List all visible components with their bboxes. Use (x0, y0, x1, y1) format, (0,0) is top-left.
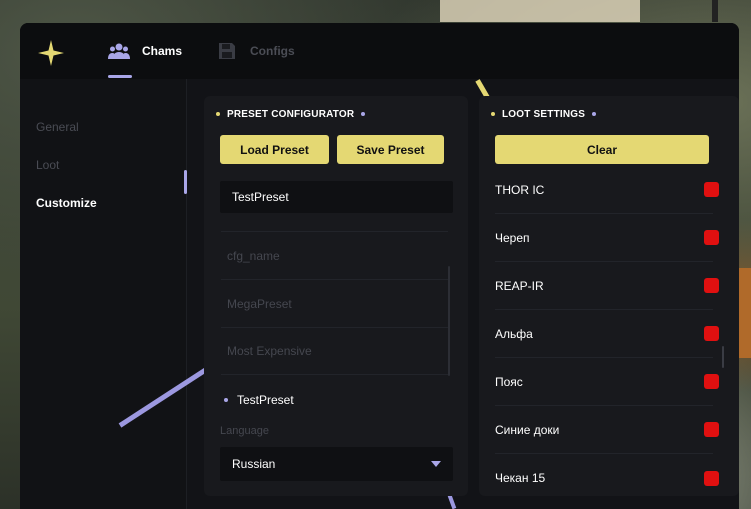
panel-header: LOOT SETTINGS (491, 107, 597, 121)
list-item[interactable]: cfg_name (221, 231, 448, 279)
sidebar-item-customize[interactable]: Customize (36, 196, 97, 210)
sidebar-item-general[interactable]: General (36, 120, 79, 134)
tab-chams[interactable]: Chams (108, 23, 182, 79)
language-select[interactable]: Russian (220, 447, 453, 481)
background-pole (712, 0, 718, 22)
loot-checkbox[interactable] (704, 182, 719, 197)
loot-list-scrollbar[interactable] (722, 346, 724, 368)
loot-row-thor-ic: THOR IC (495, 166, 719, 214)
loot-item-label: Пояс (495, 374, 523, 389)
list-item[interactable]: Most Expensive (221, 327, 448, 375)
star-logo-icon (38, 40, 64, 66)
selected-preset-label: TestPreset (237, 393, 294, 407)
loot-item-label: Синие доки (495, 422, 560, 437)
list-item[interactable]: MegaPreset (221, 279, 448, 327)
tab-label: Configs (250, 44, 295, 58)
panel-title: PRESET CONFIGURATOR (227, 108, 355, 120)
active-tab-indicator (108, 75, 132, 78)
load-preset-button[interactable]: Load Preset (220, 135, 329, 164)
selected-preset: TestPreset (224, 393, 294, 407)
loot-settings-panel: LOOT SETTINGS Clear THOR IC Череп REAP-I… (479, 96, 739, 496)
loot-item-label: REAP-IR (495, 278, 544, 293)
top-bar: Chams Configs (20, 23, 739, 79)
loot-checkbox[interactable] (704, 470, 719, 486)
purple-dot-icon (224, 398, 228, 402)
tab-configs[interactable]: Configs (216, 23, 295, 79)
yellow-dot-icon (216, 112, 220, 116)
panel-header: PRESET CONFIGURATOR (216, 107, 366, 121)
background-orange-sign (738, 268, 751, 358)
preset-configurator-panel: PRESET CONFIGURATOR Load Preset Save Pre… (204, 96, 468, 496)
loot-checkbox[interactable] (704, 422, 719, 437)
chevron-down-icon (431, 461, 441, 467)
loot-item-label: Альфа (495, 326, 533, 341)
sidebar-item-loot[interactable]: Loot (36, 158, 59, 172)
language-value: Russian (232, 457, 276, 471)
loot-item-label: Чекан 15 (495, 471, 546, 485)
loot-checkbox[interactable] (704, 230, 719, 245)
panel-title: LOOT SETTINGS (502, 108, 586, 120)
loot-checkbox[interactable] (704, 278, 719, 293)
clear-button[interactable]: Clear (495, 135, 709, 164)
loot-checkbox[interactable] (704, 326, 719, 341)
preset-list-scrollbar[interactable] (448, 266, 450, 376)
floppy-disk-icon (216, 42, 238, 60)
loot-row-chekan-15: Чекан 15 (495, 454, 719, 496)
loot-row-reap-ir: REAP-IR (495, 262, 719, 310)
purple-dot-icon (361, 112, 366, 116)
loot-row-sinie-doki: Синие доки (495, 406, 719, 454)
save-preset-button[interactable]: Save Preset (337, 135, 444, 164)
sidebar: General Loot Customize (20, 79, 187, 509)
loot-checkbox[interactable] (704, 374, 719, 389)
loot-row-alfa: Альфа (495, 310, 719, 358)
loot-item-label: Череп (495, 230, 530, 245)
users-icon (108, 42, 130, 60)
yellow-dot-icon (491, 112, 495, 116)
tab-label: Chams (142, 44, 183, 58)
preset-name-input[interactable]: TestPreset (220, 181, 453, 213)
purple-dot-icon (592, 112, 597, 116)
loot-row-poyas: Пояс (495, 358, 719, 406)
language-label: Language (220, 425, 269, 437)
background-light-area (440, 0, 640, 22)
loot-row-cherep: Череп (495, 214, 719, 262)
loot-item-label: THOR IC (495, 182, 545, 197)
